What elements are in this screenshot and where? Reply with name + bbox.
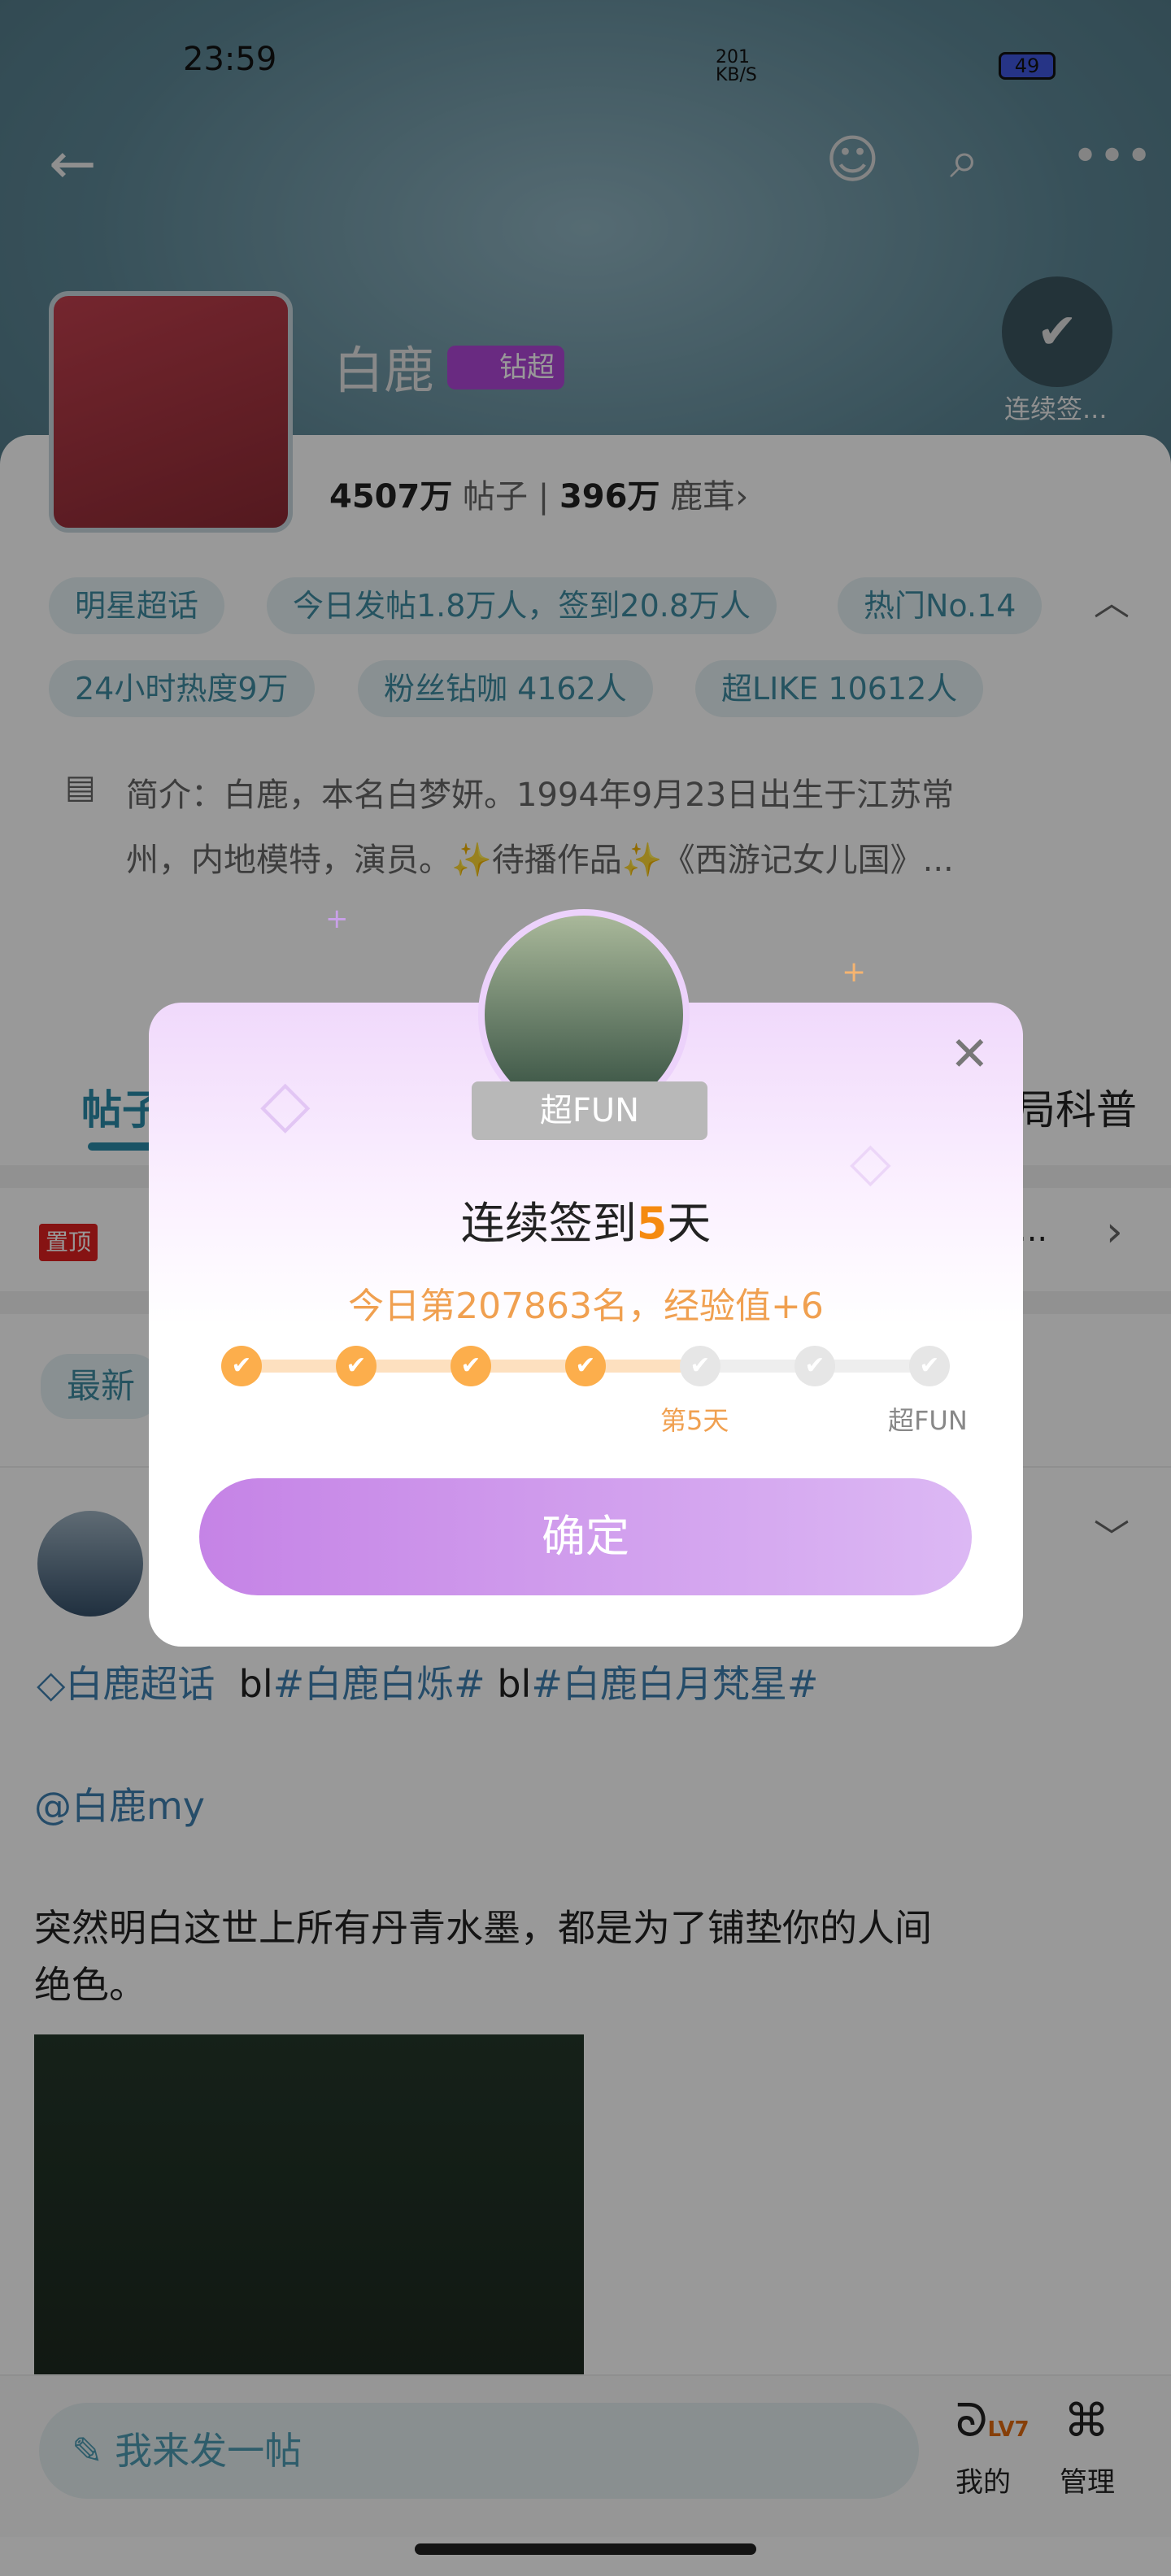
modal-title: 连续签到5天 [149, 1187, 1023, 1251]
title-suffix: 天 [667, 1198, 712, 1249]
progress-day-check-icon: ✔ [565, 1346, 606, 1386]
progress-day-check-icon: ✔ [794, 1346, 835, 1386]
progress-day-check-icon: ✔ [451, 1346, 491, 1386]
close-icon[interactable]: ✕ [950, 1026, 990, 1081]
progress-day-check-icon: ✔ [336, 1346, 377, 1386]
day5-label: 第5天 [660, 1405, 729, 1436]
diamond-icon: ◇ [850, 1130, 891, 1193]
title-days: 5 [636, 1198, 668, 1249]
progress-day-check-icon: ✔ [221, 1346, 262, 1386]
progress-day-check-icon: ✔ [680, 1346, 720, 1386]
confirm-button[interactable]: 确定 [199, 1478, 972, 1595]
super-fun-label: 超FUN [888, 1405, 968, 1436]
modal-subtitle: 今日第207863名，经验值+6 [348, 1286, 824, 1327]
super-fun-ribbon: 超FUN [472, 1081, 707, 1140]
diamond-icon: ◇ [260, 1065, 311, 1141]
sparkle-icon: + [842, 955, 867, 989]
title-prefix: 连续签到 [460, 1198, 637, 1249]
sparkle-icon: + [325, 903, 349, 935]
progress-day-check-icon: ✔ [909, 1346, 950, 1386]
